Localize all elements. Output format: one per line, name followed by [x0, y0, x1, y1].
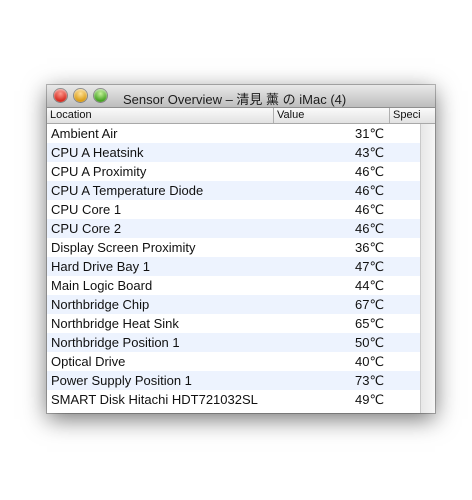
table-row[interactable]: CPU A Proximity 46℃	[47, 162, 420, 181]
table-row[interactable]: CPU Core 2 46℃	[47, 219, 420, 238]
sensor-table: Ambient Air 31℃ CPU A Heatsink 43℃ CPU A Pro…	[47, 124, 420, 413]
table-row[interactable]: Northbridge Chip 67℃	[47, 295, 420, 314]
sensor-value: 46℃	[355, 202, 385, 217]
sensor-value: 65℃	[355, 316, 385, 331]
column-header-specific[interactable]: Speci	[390, 108, 435, 123]
sensor-location: CPU A Heatsink	[51, 145, 144, 160]
table-header: Location Value Speci	[47, 108, 435, 124]
table-row[interactable]: CPU A Temperature Diode 46℃	[47, 181, 420, 200]
table-row[interactable]: Main Logic Board 44℃	[47, 276, 420, 295]
sensor-value: 31℃	[355, 126, 385, 141]
sensor-value: 50℃	[355, 335, 385, 350]
table-row[interactable]: SMART Disk Hitachi HDT721032SL 49℃	[47, 390, 420, 409]
close-button[interactable]	[54, 89, 67, 102]
sensor-value: 67℃	[355, 297, 385, 312]
sensor-value: 46℃	[355, 183, 385, 198]
sensor-location: Hard Drive Bay 1	[51, 259, 150, 274]
sensor-value: 36℃	[355, 240, 385, 255]
sensor-location: Display Screen Proximity	[51, 240, 196, 255]
table-row[interactable]: Optical Drive 40℃	[47, 352, 420, 371]
sensor-location: Northbridge Heat Sink	[51, 316, 179, 331]
sensor-value: 43℃	[355, 145, 385, 160]
table-row[interactable]: Ambient Air 31℃	[47, 124, 420, 143]
sensor-value: 49℃	[355, 392, 385, 407]
sensor-location: CPU Core 1	[51, 202, 122, 217]
sensor-location: SMART Disk Hitachi HDT721032SL	[51, 392, 258, 407]
sensor-value: 40℃	[355, 354, 385, 369]
column-header-value[interactable]: Value	[274, 108, 390, 123]
table-row[interactable]: Display Screen Proximity 36℃	[47, 238, 420, 257]
window-title: Sensor Overview – 清見 薰 の iMac (4)	[123, 92, 347, 107]
sensor-value: 46℃	[355, 164, 385, 179]
sensor-location: Power Supply Position 1	[51, 373, 192, 388]
sensor-location: Northbridge Chip	[51, 297, 150, 312]
minimize-button[interactable]	[74, 89, 87, 102]
column-header-location[interactable]: Location	[47, 108, 274, 123]
table-row[interactable]: Power Supply Position 1 73℃	[47, 371, 420, 390]
sensor-location: CPU A Temperature Diode	[51, 183, 204, 198]
title-bar[interactable]: Sensor Overview – 清見 薰 の iMac (4)	[47, 85, 435, 108]
sensor-location: Northbridge Position 1	[51, 335, 180, 350]
sensor-value: 73℃	[355, 373, 385, 388]
sensor-location: Optical Drive	[51, 354, 126, 369]
table-row[interactable]: Northbridge Heat Sink 65℃	[47, 314, 420, 333]
sensor-value: 44℃	[355, 278, 385, 293]
table-row[interactable]: Hard Drive Bay 1 47℃	[47, 257, 420, 276]
sensor-location: Main Logic Board	[51, 278, 153, 293]
sensor-location: CPU Core 2	[51, 221, 122, 236]
zoom-button[interactable]	[94, 89, 107, 102]
sensor-location: Ambient Air	[51, 126, 118, 141]
sensor-overview-window: Sensor Overview – 清見 薰 の iMac (4) Locati…	[47, 85, 435, 413]
table-row[interactable]: CPU Core 1 46℃	[47, 200, 420, 219]
table-row[interactable]: Northbridge Position 1 50℃	[47, 333, 420, 352]
table-row[interactable]: CPU A Heatsink 43℃	[47, 143, 420, 162]
sensor-value: 46℃	[355, 221, 385, 236]
sensor-location: CPU A Proximity	[51, 164, 147, 179]
vertical-scrollbar[interactable]	[420, 124, 435, 413]
sensor-value: 47℃	[355, 259, 385, 274]
